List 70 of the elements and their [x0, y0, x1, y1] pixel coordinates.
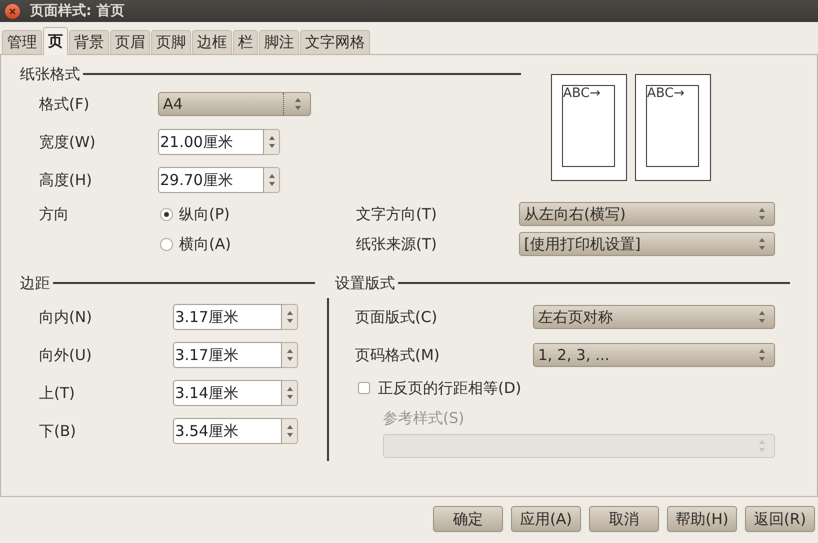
checkbox-label: 正反页的行距相等(D)	[378, 378, 522, 399]
section-heading: 设置版式	[335, 272, 396, 294]
input-field[interactable]: 29.70厘米	[158, 167, 264, 193]
field-label: 向外(U)	[39, 344, 93, 366]
field-label: 纸张来源(T)	[356, 234, 438, 255]
field-label: 下(B)	[39, 420, 77, 442]
spin-button[interactable]	[282, 304, 298, 330]
field-label: 页面版式(C)	[355, 306, 438, 328]
text-area-preview: ABC→	[562, 85, 615, 167]
field-label: 方向	[39, 204, 70, 225]
radio-button[interactable]	[160, 208, 173, 220]
up-down-arrows-icon	[286, 310, 294, 324]
up-down-arrows-icon	[758, 310, 766, 324]
tab[interactable]: 页眉	[110, 30, 150, 54]
up-down-arrows-icon	[268, 135, 276, 149]
spin-button[interactable]	[282, 380, 298, 406]
dialog-button[interactable]: 确定	[433, 506, 503, 532]
up-down-arrows-icon	[758, 207, 766, 221]
spin-button[interactable]	[264, 167, 280, 193]
radio-label: 横向(A)	[179, 234, 231, 255]
field-label: 参考样式(S)	[383, 408, 466, 429]
dialog-button[interactable]: 应用(A)	[511, 506, 581, 532]
field-label: 宽度(W)	[39, 132, 97, 153]
up-down-arrows-icon	[286, 386, 294, 400]
page-number-format-dropdown[interactable]: 1, 2, 3, ...	[533, 343, 775, 367]
spin-button[interactable]	[282, 418, 298, 444]
text-direction-dropdown[interactable]: 从左向右(横写)	[519, 202, 775, 226]
up-down-arrows-icon	[268, 173, 276, 187]
dialog-button[interactable]: 帮助(H)	[667, 506, 737, 532]
tab[interactable]: 脚注	[259, 30, 299, 54]
input-field[interactable]: 3.54厘米	[173, 418, 282, 444]
input-field[interactable]: 3.14厘米	[173, 380, 282, 406]
radio-button[interactable]	[160, 238, 173, 250]
paper-source-dropdown[interactable]: [使用打印机设置]	[519, 232, 775, 256]
section-heading: 边距	[20, 272, 51, 294]
tab[interactable]: 背景	[69, 30, 109, 54]
page-layout-dropdown[interactable]: 左右页对称	[533, 305, 775, 329]
up-down-arrows-icon	[286, 424, 294, 438]
tab[interactable]: 栏	[233, 30, 258, 54]
up-down-arrows-icon	[286, 348, 294, 362]
field-label: 高度(H)	[39, 170, 93, 191]
up-down-arrows-icon	[758, 237, 766, 251]
input-field[interactable]: 3.17厘米	[173, 304, 282, 330]
format-dropdown[interactable]: A4	[158, 92, 311, 116]
up-down-arrows-icon	[758, 438, 766, 452]
close-button[interactable]	[5, 4, 20, 18]
up-down-arrows-icon	[294, 97, 302, 111]
tab[interactable]: 页	[43, 27, 68, 55]
close-icon	[9, 8, 16, 14]
window-title: 页面样式: 首页	[30, 2, 124, 20]
field-label: 格式(F)	[39, 94, 90, 115]
spin-button[interactable]	[282, 342, 298, 368]
field-label: 上(T)	[39, 382, 76, 404]
field-label: 页码格式(M)	[355, 344, 441, 366]
field-label: 向内(N)	[39, 306, 93, 328]
up-down-arrows-icon	[758, 348, 766, 362]
section-heading: 纸张格式	[20, 64, 81, 85]
spin-button[interactable]	[264, 129, 280, 155]
tab[interactable]: 边框	[192, 30, 232, 54]
input-field[interactable]: 21.00厘米	[158, 129, 264, 155]
input-field[interactable]: 3.17厘米	[173, 342, 282, 368]
text-area-preview: ABC→	[646, 85, 699, 167]
tab[interactable]: 管理	[2, 30, 42, 54]
field-label: 文字方向(T)	[356, 204, 438, 225]
radio-label: 纵向(P)	[179, 204, 230, 225]
dialog-button[interactable]: 返回(R)	[745, 506, 815, 532]
dialog-button[interactable]: 取消	[589, 506, 659, 532]
tab[interactable]: 页脚	[151, 30, 191, 54]
checkbox[interactable]	[358, 382, 370, 394]
tab[interactable]: 文字网格	[300, 30, 370, 54]
